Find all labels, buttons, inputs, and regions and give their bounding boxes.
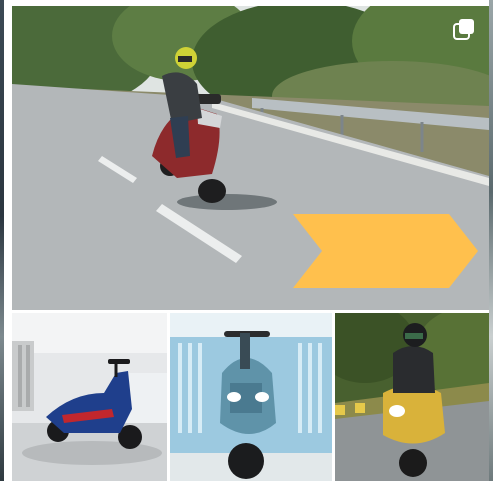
- adjacent-post-edge-left: [0, 0, 4, 481]
- multiple-posts-icon: [453, 19, 474, 40]
- post-image-yellow-scooter: [335, 313, 489, 481]
- main-post-image: [12, 6, 489, 310]
- main-post-tile[interactable]: [12, 6, 489, 310]
- post-image-teal-scooter: [170, 313, 332, 481]
- adjacent-post-edge-right: [489, 0, 493, 481]
- post-tile-2[interactable]: [170, 313, 332, 481]
- post-tile-3[interactable]: [335, 313, 489, 481]
- post-image-blue-scooter: [12, 313, 167, 481]
- post-tile-1[interactable]: [12, 313, 167, 481]
